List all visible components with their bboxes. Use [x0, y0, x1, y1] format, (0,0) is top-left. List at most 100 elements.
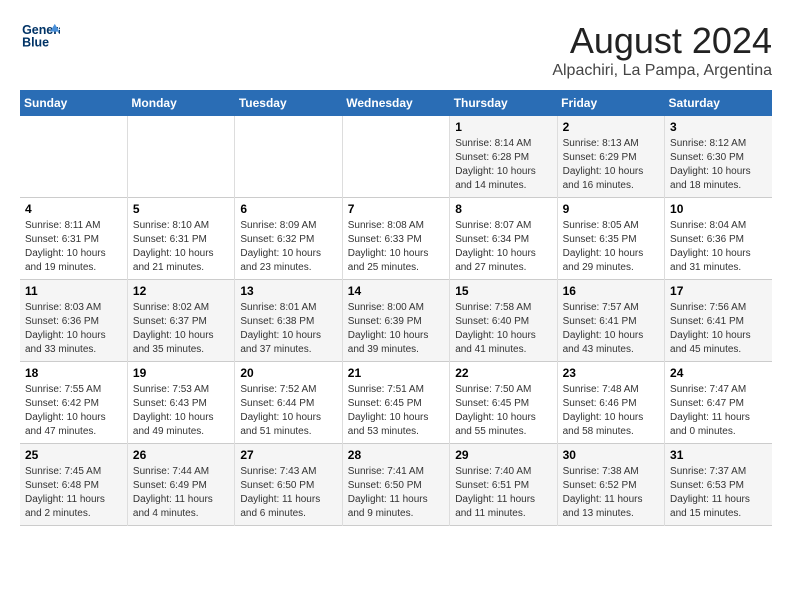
day-number-3: 3: [670, 120, 767, 134]
cell-w1-d5: 1Sunrise: 8:14 AM Sunset: 6:28 PM Daylig…: [450, 116, 557, 198]
cell-w5-d1: 25 Sunrise: 7:45 AM Sunset: 6:48 PM Dayli…: [20, 444, 127, 526]
day-info-12: Sunrise: 8:02 AM Sunset: 6:37 PM Dayligh…: [133, 301, 229, 357]
day-number-10: 10: [670, 202, 767, 216]
week-row-4: 18Sunrise: 7:55 AM Sunset: 6:42 PM Dayli…: [20, 362, 772, 444]
day-number-19: 19: [133, 366, 229, 380]
cell-w4-d6: 23 Sunrise: 7:48 AM Sunset: 6:46 PM Dayli…: [557, 362, 664, 444]
cell-w1-d2: [127, 116, 234, 198]
cell-w2-d4: 7 Sunrise: 8:08 AM Sunset: 6:33 PM Daylig…: [342, 198, 449, 280]
calendar-body: 1Sunrise: 8:14 AM Sunset: 6:28 PM Daylig…: [20, 116, 772, 526]
day-info-10: Sunrise: 8:04 AM Sunset: 6:36 PM Dayligh…: [670, 219, 767, 275]
day-info-20: Sunrise: 7:52 AM Sunset: 6:44 PM Dayligh…: [240, 383, 336, 439]
day-number-14: 14: [348, 284, 444, 298]
day-info-14: Sunrise: 8:00 AM Sunset: 6:39 PM Dayligh…: [348, 301, 444, 357]
day-number-23: 23: [563, 366, 659, 380]
header-row: Sunday Monday Tuesday Wednesday Thursday…: [20, 90, 772, 116]
cell-w1-d7: 3 Sunrise: 8:12 AM Sunset: 6:30 PM Daylig…: [665, 116, 772, 198]
day-info-9: Sunrise: 8:05 AM Sunset: 6:35 PM Dayligh…: [563, 219, 659, 275]
day-number-11: 11: [25, 284, 122, 298]
cell-w1-d4: [342, 116, 449, 198]
day-number-31: 31: [670, 448, 767, 462]
day-info-4: Sunrise: 8:11 AM Sunset: 6:31 PM Dayligh…: [25, 219, 122, 275]
day-number-25: 25: [25, 448, 122, 462]
day-info-11: Sunrise: 8:03 AM Sunset: 6:36 PM Dayligh…: [25, 301, 122, 357]
day-info-15: Sunrise: 7:58 AM Sunset: 6:40 PM Dayligh…: [455, 301, 551, 357]
day-number-8: 8: [455, 202, 551, 216]
day-info-19: Sunrise: 7:53 AM Sunset: 6:43 PM Dayligh…: [133, 383, 229, 439]
day-info-2: Sunrise: 8:13 AM Sunset: 6:29 PM Dayligh…: [563, 137, 659, 193]
day-info-3: Sunrise: 8:12 AM Sunset: 6:30 PM Dayligh…: [670, 137, 767, 193]
day-info-29: Sunrise: 7:40 AM Sunset: 6:51 PM Dayligh…: [455, 465, 551, 521]
day-number-15: 15: [455, 284, 551, 298]
cell-w4-d1: 18Sunrise: 7:55 AM Sunset: 6:42 PM Dayli…: [20, 362, 127, 444]
day-number-1: 1: [455, 120, 551, 134]
cell-w5-d7: 31 Sunrise: 7:37 AM Sunset: 6:53 PM Dayli…: [665, 444, 772, 526]
day-info-23: Sunrise: 7:48 AM Sunset: 6:46 PM Dayligh…: [563, 383, 659, 439]
cell-w4-d7: 24 Sunrise: 7:47 AM Sunset: 6:47 PM Dayli…: [665, 362, 772, 444]
day-number-20: 20: [240, 366, 336, 380]
day-info-24: Sunrise: 7:47 AM Sunset: 6:47 PM Dayligh…: [670, 383, 767, 439]
week-row-2: 4Sunrise: 8:11 AM Sunset: 6:31 PM Daylig…: [20, 198, 772, 280]
header-saturday: Saturday: [665, 90, 772, 116]
cell-w3-d4: 14 Sunrise: 8:00 AM Sunset: 6:39 PM Dayli…: [342, 280, 449, 362]
day-info-22: Sunrise: 7:50 AM Sunset: 6:45 PM Dayligh…: [455, 383, 551, 439]
day-info-5: Sunrise: 8:10 AM Sunset: 6:31 PM Dayligh…: [133, 219, 229, 275]
calendar-table: Sunday Monday Tuesday Wednesday Thursday…: [20, 90, 772, 526]
day-info-8: Sunrise: 8:07 AM Sunset: 6:34 PM Dayligh…: [455, 219, 551, 275]
page-header: General Blue August 2024 Alpachiri, La P…: [20, 20, 772, 80]
title-block: August 2024 Alpachiri, La Pampa, Argenti…: [552, 20, 772, 80]
header-monday: Monday: [127, 90, 234, 116]
day-number-24: 24: [670, 366, 767, 380]
cell-w5-d5: 29Sunrise: 7:40 AM Sunset: 6:51 PM Dayli…: [450, 444, 557, 526]
day-info-27: Sunrise: 7:43 AM Sunset: 6:50 PM Dayligh…: [240, 465, 336, 521]
logo: General Blue: [20, 20, 64, 55]
day-number-5: 5: [133, 202, 229, 216]
cell-w3-d5: 15 Sunrise: 7:58 AM Sunset: 6:40 PM Dayli…: [450, 280, 557, 362]
day-number-27: 27: [240, 448, 336, 462]
header-wednesday: Wednesday: [342, 90, 449, 116]
cell-w1-d6: 2 Sunrise: 8:13 AM Sunset: 6:29 PM Daylig…: [557, 116, 664, 198]
week-row-3: 11 Sunrise: 8:03 AM Sunset: 6:36 PM Dayli…: [20, 280, 772, 362]
day-info-31: Sunrise: 7:37 AM Sunset: 6:53 PM Dayligh…: [670, 465, 767, 521]
day-info-7: Sunrise: 8:08 AM Sunset: 6:33 PM Dayligh…: [348, 219, 444, 275]
day-number-28: 28: [348, 448, 444, 462]
day-number-12: 12: [133, 284, 229, 298]
day-info-25: Sunrise: 7:45 AM Sunset: 6:48 PM Dayligh…: [25, 465, 122, 521]
cell-w3-d7: 17Sunrise: 7:56 AM Sunset: 6:41 PM Dayli…: [665, 280, 772, 362]
day-number-22: 22: [455, 366, 551, 380]
day-number-26: 26: [133, 448, 229, 462]
cell-w3-d2: 12 Sunrise: 8:02 AM Sunset: 6:37 PM Dayli…: [127, 280, 234, 362]
location: Alpachiri, La Pampa, Argentina: [552, 62, 772, 80]
cell-w5-d4: 28 Sunrise: 7:41 AM Sunset: 6:50 PM Dayli…: [342, 444, 449, 526]
cell-w5-d2: 26 Sunrise: 7:44 AM Sunset: 6:49 PM Dayli…: [127, 444, 234, 526]
cell-w4-d5: 22 Sunrise: 7:50 AM Sunset: 6:45 PM Dayli…: [450, 362, 557, 444]
day-info-6: Sunrise: 8:09 AM Sunset: 6:32 PM Dayligh…: [240, 219, 336, 275]
cell-w2-d3: 6 Sunrise: 8:09 AM Sunset: 6:32 PM Daylig…: [235, 198, 342, 280]
cell-w1-d1: [20, 116, 127, 198]
day-info-21: Sunrise: 7:51 AM Sunset: 6:45 PM Dayligh…: [348, 383, 444, 439]
day-number-21: 21: [348, 366, 444, 380]
cell-w2-d2: 5 Sunrise: 8:10 AM Sunset: 6:31 PM Daylig…: [127, 198, 234, 280]
day-number-30: 30: [563, 448, 659, 462]
day-number-7: 7: [348, 202, 444, 216]
day-info-13: Sunrise: 8:01 AM Sunset: 6:38 PM Dayligh…: [240, 301, 336, 357]
day-info-28: Sunrise: 7:41 AM Sunset: 6:50 PM Dayligh…: [348, 465, 444, 521]
calendar-header: Sunday Monday Tuesday Wednesday Thursday…: [20, 90, 772, 116]
day-number-18: 18: [25, 366, 122, 380]
cell-w3-d1: 11 Sunrise: 8:03 AM Sunset: 6:36 PM Dayli…: [20, 280, 127, 362]
week-row-1: 1Sunrise: 8:14 AM Sunset: 6:28 PM Daylig…: [20, 116, 772, 198]
cell-w4-d3: 20 Sunrise: 7:52 AM Sunset: 6:44 PM Dayli…: [235, 362, 342, 444]
header-sunday: Sunday: [20, 90, 127, 116]
day-info-17: Sunrise: 7:56 AM Sunset: 6:41 PM Dayligh…: [670, 301, 767, 357]
cell-w5-d6: 30Sunrise: 7:38 AM Sunset: 6:52 PM Dayli…: [557, 444, 664, 526]
header-tuesday: Tuesday: [235, 90, 342, 116]
day-info-26: Sunrise: 7:44 AM Sunset: 6:49 PM Dayligh…: [133, 465, 229, 521]
cell-w2-d7: 10 Sunrise: 8:04 AM Sunset: 6:36 PM Dayli…: [665, 198, 772, 280]
day-number-13: 13: [240, 284, 336, 298]
day-number-2: 2: [563, 120, 659, 134]
day-number-6: 6: [240, 202, 336, 216]
cell-w2-d5: 8 Sunrise: 8:07 AM Sunset: 6:34 PM Daylig…: [450, 198, 557, 280]
header-thursday: Thursday: [450, 90, 557, 116]
cell-w2-d1: 4Sunrise: 8:11 AM Sunset: 6:31 PM Daylig…: [20, 198, 127, 280]
cell-w1-d3: [235, 116, 342, 198]
